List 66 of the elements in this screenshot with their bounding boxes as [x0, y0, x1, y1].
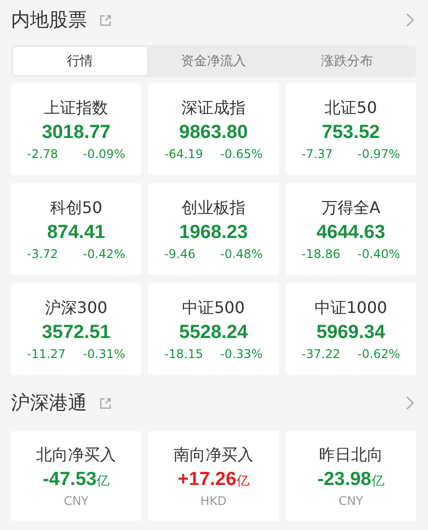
- index-value: 3018.77: [42, 122, 110, 144]
- flow-card[interactable]: 昨日北向 -23.98亿 CNY: [286, 431, 416, 521]
- index-card[interactable]: 北证50 753.52 -7.37 -0.97%: [286, 83, 416, 175]
- index-card[interactable]: 科创50 874.41 -3.72 -0.42%: [11, 183, 142, 275]
- change-value: -7.37: [302, 146, 333, 160]
- index-value: 4644.63: [316, 222, 386, 244]
- index-card[interactable]: 上证指数 3018.77 -2.78 -0.09%: [11, 83, 142, 175]
- index-name: 中证500: [182, 298, 245, 318]
- change-percent: -0.62%: [358, 346, 400, 360]
- change-percent: -0.09%: [82, 146, 126, 160]
- change-percent: -0.97%: [358, 146, 400, 160]
- change-percent: -0.31%: [82, 346, 126, 360]
- index-name: 创业板指: [181, 198, 246, 218]
- index-card[interactable]: 沪深300 3572.51 -11.27 -0.31%: [11, 283, 142, 375]
- index-value: 5528.24: [179, 322, 248, 344]
- change-value: -11.27: [27, 346, 66, 360]
- currency-label: HKD: [200, 494, 227, 508]
- flow-value: -23.98亿: [317, 468, 384, 490]
- change-value: -9.46: [164, 246, 196, 260]
- index-name: 深证成指: [181, 98, 246, 118]
- section-title: 内地股票: [11, 8, 87, 33]
- share-icon[interactable]: [99, 14, 112, 26]
- change-percent: -0.33%: [220, 346, 263, 360]
- change-value: -64.19: [164, 146, 204, 160]
- flow-value: +17.26亿: [178, 468, 250, 490]
- tab[interactable]: 行情: [13, 47, 147, 75]
- change-value: -3.72: [27, 246, 58, 260]
- index-name: 科创50: [50, 198, 102, 218]
- change-percent: -0.65%: [220, 146, 263, 160]
- index-name: 沪深300: [44, 298, 108, 318]
- index-value: 9863.80: [179, 122, 248, 144]
- currency-label: CNY: [64, 494, 88, 508]
- index-card[interactable]: 深证成指 9863.80 -64.19 -0.65%: [148, 83, 279, 175]
- index-value: 5969.34: [316, 322, 386, 344]
- index-card[interactable]: 中证500 5528.24 -18.15 -0.33%: [148, 283, 279, 375]
- index-name: 万得全A: [321, 198, 380, 218]
- change-value: -18.15: [164, 346, 204, 360]
- currency-label: CNY: [338, 494, 364, 508]
- change-percent: -0.40%: [358, 246, 400, 260]
- index-name: 中证1000: [314, 298, 388, 318]
- index-name: 上证指数: [44, 98, 108, 118]
- index-value: 1968.23: [179, 222, 248, 244]
- flow-card[interactable]: 北向净买入 -47.53亿 CNY: [11, 431, 142, 521]
- index-card[interactable]: 万得全A 4644.63 -18.86 -0.40%: [286, 183, 416, 275]
- index-card[interactable]: 创业板指 1968.23 -9.46 -0.48%: [148, 183, 279, 275]
- section-title: 沪深港通: [11, 391, 87, 416]
- tab[interactable]: 涨跌分布: [280, 47, 414, 75]
- flow-name: 昨日北向: [318, 444, 383, 466]
- change-percent: -0.42%: [82, 246, 126, 260]
- flow-name: 北向净买入: [36, 444, 116, 466]
- tab[interactable]: 资金净流入: [146, 47, 280, 75]
- index-name: 北证50: [324, 98, 377, 118]
- share-icon[interactable]: [99, 396, 112, 410]
- flow-value: -47.53亿: [42, 468, 110, 490]
- chevron-right-icon[interactable]: [406, 13, 414, 27]
- index-value: 3572.51: [42, 322, 110, 344]
- flow-card[interactable]: 南向净买入 +17.26亿 HKD: [148, 431, 279, 521]
- index-value: 753.52: [322, 122, 380, 144]
- change-value: -18.86: [302, 246, 340, 260]
- change-value: -37.22: [302, 346, 340, 360]
- flow-name: 南向净买入: [173, 444, 254, 466]
- change-value: -2.78: [27, 146, 58, 160]
- chevron-right-icon[interactable]: [406, 396, 414, 410]
- change-percent: -0.48%: [220, 246, 263, 260]
- index-value: 874.41: [47, 222, 106, 244]
- index-card[interactable]: 中证1000 5969.34 -37.22 -0.62%: [286, 283, 416, 375]
